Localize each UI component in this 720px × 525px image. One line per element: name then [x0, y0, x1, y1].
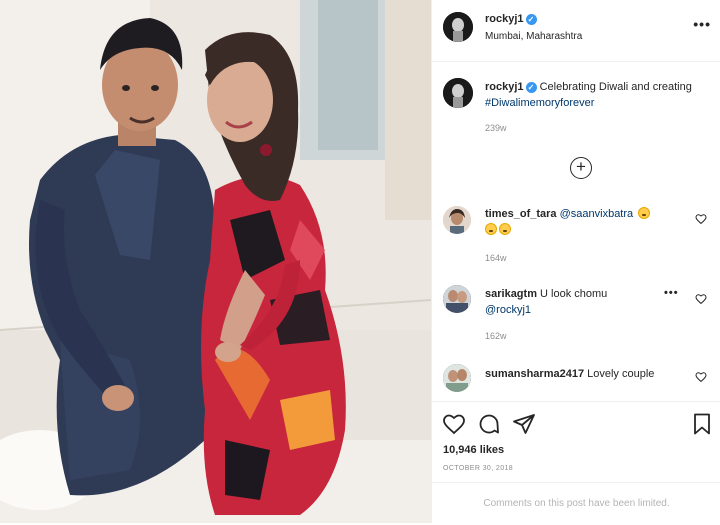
comment-3: sumansharma2417 Lovely couple: [485, 366, 685, 382]
comment-avatar[interactable]: [443, 364, 471, 392]
caption-age[interactable]: 239w: [485, 123, 507, 133]
emoji-icon: [638, 207, 651, 219]
post-date[interactable]: OCTOBER 30, 2018: [443, 465, 513, 472]
like-comment-heart-icon[interactable]: [695, 213, 707, 225]
comment-username[interactable]: sumansharma2417: [485, 368, 584, 380]
author-avatar[interactable]: [443, 12, 473, 42]
heart-icon[interactable]: [442, 412, 466, 436]
post-photo[interactable]: [0, 0, 431, 523]
post-side-panel: rockyj1 ✓ Mumbai, Maharashtra ••• rockyj1…: [431, 0, 720, 523]
comment-body: Lovely couple: [587, 368, 655, 380]
author-username-text[interactable]: rockyj1: [485, 13, 524, 25]
comment-avatar[interactable]: [443, 206, 471, 234]
comment-2: sarikagtm U look chomu @rockyj1: [485, 286, 685, 318]
comment-icon[interactable]: [477, 412, 501, 436]
post-actions: 10,946 likes OCTOBER 30, 2018 Comments o…: [432, 401, 720, 523]
add-circle-icon[interactable]: +: [570, 157, 592, 179]
author-username[interactable]: rockyj1 ✓: [485, 13, 537, 25]
comment-more-icon[interactable]: •••: [664, 287, 679, 299]
post-location[interactable]: Mumbai, Maharashtra: [485, 31, 582, 42]
verified-badge-icon: ✓: [525, 14, 537, 25]
emoji-icon: [499, 223, 511, 235]
caption-body: Celebrating Diwali and creating: [539, 81, 692, 93]
comment-1: times_of_tara @saanvixbatra: [485, 206, 690, 238]
likes-count[interactable]: 10,946 likes: [443, 444, 504, 456]
comment-age[interactable]: 162w: [485, 331, 507, 341]
instagram-post: rockyj1 ✓ Mumbai, Maharashtra ••• rockyj1…: [0, 0, 720, 523]
share-icon[interactable]: [512, 412, 536, 436]
comment-age[interactable]: 164w: [485, 253, 507, 263]
emoji-icon: [485, 223, 497, 235]
like-comment-heart-icon[interactable]: [695, 371, 707, 383]
comments-limited-notice: Comments on this post have been limited.: [432, 482, 720, 524]
comment-mention[interactable]: @rockyj1: [485, 304, 531, 316]
caption-hashtag[interactable]: #Diwalimemoryforever: [485, 97, 594, 109]
comment-body: U look chomu: [540, 288, 608, 300]
more-options-icon[interactable]: •••: [693, 16, 711, 32]
caption-avatar[interactable]: [443, 78, 473, 108]
bookmark-icon[interactable]: [690, 412, 714, 436]
comment-username[interactable]: sarikagtm: [485, 288, 537, 300]
post-header: rockyj1 ✓ Mumbai, Maharashtra •••: [432, 0, 720, 62]
caption-verified-icon: ✓: [525, 82, 537, 93]
comment-mention[interactable]: @saanvixbatra: [560, 208, 634, 220]
comment-username[interactable]: times_of_tara: [485, 208, 557, 220]
like-comment-heart-icon[interactable]: [695, 293, 707, 305]
caption-text: rockyj1 ✓ Celebrating Diwali and creating…: [485, 79, 700, 111]
comment-avatar[interactable]: [443, 285, 471, 313]
couple-photo-illustration: [0, 0, 431, 523]
caption-username[interactable]: rockyj1: [485, 81, 524, 93]
